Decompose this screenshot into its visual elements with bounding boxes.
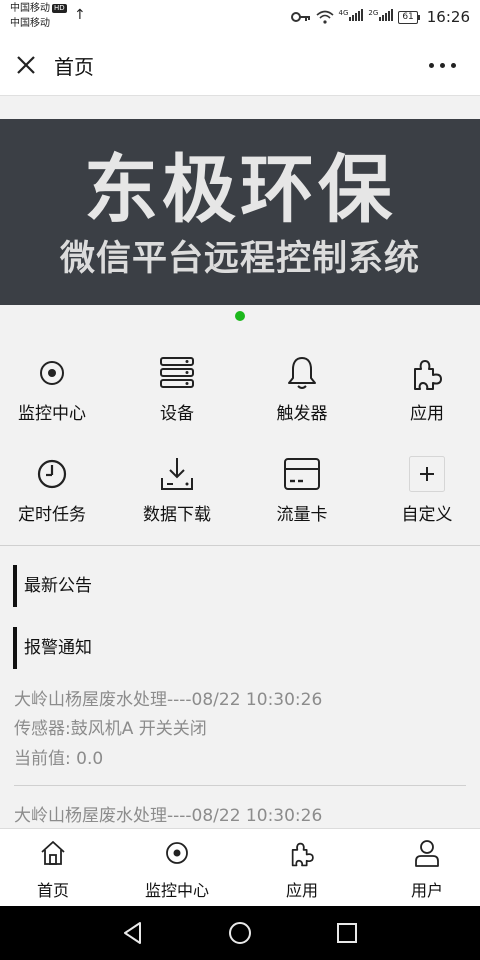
carrier-primary: 中国移动 HD [10, 3, 67, 14]
sim-card-icon [284, 458, 320, 490]
bell-icon [288, 357, 316, 389]
title-bar: 首页 [0, 34, 480, 96]
wifi-icon [316, 10, 334, 24]
tab-home[interactable]: 首页 [0, 829, 113, 907]
grid-item-custom[interactable]: 自定义 [367, 456, 480, 544]
alert-sensor: 传感器:鼓风机A 开关关闭 [14, 719, 207, 739]
banner-subtitle: 微信平台远程控制系统 [59, 239, 420, 279]
signal-strength-1: 4G [339, 9, 364, 25]
download-icon [161, 458, 193, 490]
banner[interactable]: 东极环保 微信平台远程控制系统 [0, 119, 480, 305]
grid-item-devices[interactable]: 设备 [117, 355, 237, 443]
alert-value: 当前值: 0.0 [14, 749, 104, 769]
plus-icon [409, 456, 445, 492]
signal-strength-2: 2G [368, 9, 394, 25]
section-latest-announcements[interactable]: 最新公告 [13, 565, 92, 607]
alert-title: 大岭山杨屋废水处理----08/22 10:30:26 [14, 690, 323, 710]
system-nav-bar [0, 906, 480, 960]
grid-label: 数据下载 [143, 505, 211, 525]
alert-divider [14, 785, 466, 786]
home-icon [41, 841, 65, 865]
grid-label: 触发器 [276, 404, 328, 424]
carrier-secondary: 中国移动 [10, 18, 50, 29]
tab-label: 首页 [36, 881, 69, 900]
server-icon [160, 357, 194, 388]
grid-label: 设备 [160, 404, 194, 424]
carousel-indicator [235, 311, 245, 321]
banner-title: 东极环保 [84, 147, 396, 233]
clock-icon [37, 459, 67, 489]
recent-apps-icon[interactable] [334, 920, 360, 946]
hd-badge: HD [52, 3, 67, 13]
tab-user[interactable]: 用户 [367, 829, 480, 907]
user-icon [415, 840, 439, 867]
grid-item-scheduled-tasks[interactable]: 定时任务 [0, 456, 112, 544]
tab-apps[interactable]: 应用 [242, 829, 362, 907]
target-icon [166, 842, 188, 864]
grid-label: 流量卡 [276, 505, 328, 525]
home-button-icon[interactable] [227, 920, 253, 946]
grid-item-monitor-center[interactable]: 监控中心 [0, 355, 112, 443]
grid-item-data-card[interactable]: 流量卡 [242, 456, 362, 544]
alert-title: 大岭山杨屋废水处理----08/22 10:30:26 [14, 806, 323, 826]
tab-monitor-center[interactable]: 监控中心 [117, 829, 237, 907]
grid-label: 应用 [410, 404, 444, 424]
tab-label: 用户 [410, 881, 443, 900]
key-icon [290, 12, 310, 22]
grid-label: 定时任务 [18, 505, 86, 525]
tab-label: 监控中心 [144, 881, 209, 900]
close-icon[interactable] [14, 53, 38, 77]
more-options-icon[interactable] [429, 63, 456, 68]
puzzle-icon [291, 842, 314, 867]
back-icon[interactable] [120, 920, 146, 946]
status-indicators: 4G 2G 61 16:26 [290, 6, 470, 28]
page-title: 首页 [54, 55, 94, 79]
section-divider [0, 545, 480, 546]
grid-item-apps[interactable]: 应用 [367, 355, 480, 443]
status-bar: 中国移动 HD 中国移动 ↑ 4G 2G 61 16:26 [0, 0, 480, 34]
bottom-tab-bar: 首页 监控中心 应用 用户 [0, 828, 480, 906]
grid-label: 监控中心 [18, 404, 86, 424]
grid-item-data-download[interactable]: 数据下载 [117, 456, 237, 544]
target-icon [40, 361, 64, 385]
tab-label: 应用 [285, 881, 318, 900]
battery-icon: 61 [398, 10, 421, 24]
section-alarm-notifications[interactable]: 报警通知 [13, 627, 92, 669]
upload-arrow-icon: ↑ [74, 7, 86, 23]
grid-label: 自定义 [401, 505, 453, 525]
grid-item-triggers[interactable]: 触发器 [242, 355, 362, 443]
puzzle-icon [414, 360, 442, 390]
clock-time: 16:26 [426, 8, 470, 26]
